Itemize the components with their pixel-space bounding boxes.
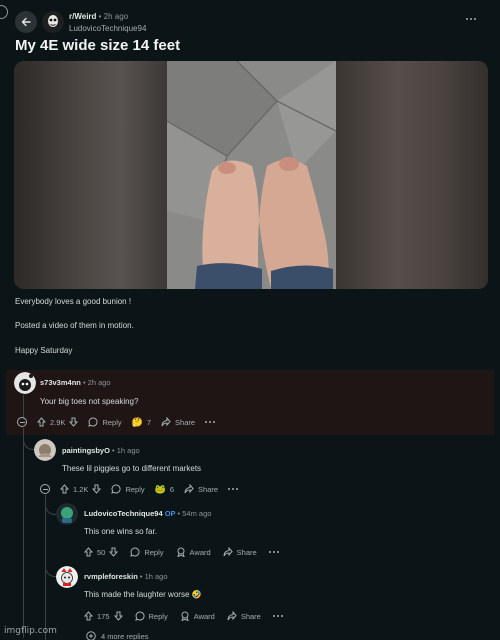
post-title: My 4E wide size 14 feet (15, 37, 181, 54)
post-body-line: Everybody loves a good bunion ! (15, 297, 132, 306)
comment-action-bar: 1.2K Reply 🐸 6 Share (40, 483, 239, 495)
comment-username[interactable]: LudovicoTechnique94 OP • 54m ago (84, 509, 211, 518)
comment-text: This one wins so far. (84, 527, 157, 536)
arrow-up-icon[interactable] (37, 417, 46, 427)
share-label: Share (198, 484, 219, 494)
comment-age: • 2h ago (82, 378, 111, 387)
thread-curve (45, 555, 57, 577)
comment-action-bar: 175 Reply Award Share (84, 610, 283, 622)
comment-age: • 1h ago (139, 572, 168, 581)
post-media[interactable] (14, 61, 488, 289)
arrow-up-icon[interactable] (84, 547, 93, 557)
more-icon[interactable] (228, 488, 239, 490)
more-replies-button[interactable]: 4 more replies (86, 630, 149, 640)
post-body-line: Posted a video of them in motion. (15, 321, 134, 330)
share-label: Share (240, 611, 261, 621)
comment-text: Your big toes not speaking? (40, 397, 139, 406)
arrow-up-icon[interactable] (60, 484, 69, 494)
avatar[interactable] (34, 439, 56, 461)
comment-username[interactable]: paintingsbyO • 1h ago (62, 446, 140, 455)
more-icon[interactable] (272, 615, 283, 617)
arrow-down-icon[interactable] (109, 547, 119, 557)
media-blur-right (336, 61, 488, 289)
thread-curve (23, 428, 35, 450)
reply-button[interactable]: Reply (111, 484, 145, 494)
share-button[interactable]: Share (227, 611, 261, 621)
minus-circle-icon[interactable] (40, 484, 50, 494)
speech-bubble-icon (88, 417, 98, 427)
speech-bubble-icon (130, 547, 140, 557)
share-button[interactable]: Share (223, 547, 257, 557)
share-label: Share (236, 547, 257, 557)
reply-label: Reply (102, 417, 122, 427)
award-label: Award (193, 611, 215, 621)
feet-photo (167, 61, 336, 289)
arrow-left-icon (21, 17, 31, 27)
vote-count: 2.9K (50, 417, 66, 427)
comment-text: This made the laughter worse 🤣 (84, 590, 202, 599)
share-button[interactable]: Share (161, 417, 195, 427)
award-count: 6 (169, 484, 175, 494)
award-icon (181, 611, 189, 621)
comment-action-bar: 2.9K Reply 🤔 7 Share (17, 416, 216, 428)
award-button[interactable]: Award (176, 547, 211, 557)
subreddit-name[interactable]: r/Weird • 2h ago (69, 12, 128, 21)
arrow-down-icon[interactable] (69, 417, 79, 427)
media-blur-left (14, 61, 167, 289)
reply-label: Reply (125, 484, 145, 494)
share-arrow-icon (184, 484, 194, 494)
award-count: 7 (146, 417, 152, 427)
reply-button[interactable]: Reply (88, 417, 122, 427)
comment-age: • 54m ago (177, 509, 212, 518)
award-icon (176, 547, 185, 557)
award-label: Award (189, 547, 211, 557)
menu-icon[interactable] (0, 5, 8, 19)
laughing-emoji-icon: 🤣 (191, 590, 202, 599)
more-icon[interactable] (268, 551, 279, 553)
speech-bubble-icon (134, 611, 145, 621)
avatar[interactable] (56, 566, 78, 588)
post-author[interactable]: LudovicoTechnique94 (69, 24, 146, 33)
award-emoji-icon: 🐸 (154, 483, 166, 494)
thread-line (23, 428, 24, 638)
arrow-up-icon[interactable] (84, 611, 93, 621)
reply-label: Reply (144, 547, 164, 557)
award-button[interactable]: 🤔 7 (132, 417, 151, 428)
post-body-line: Happy Saturday (15, 346, 73, 355)
vote-count: 50 (97, 547, 106, 557)
share-arrow-icon (227, 611, 237, 621)
avatar[interactable] (56, 503, 78, 525)
share-arrow-icon (223, 547, 233, 557)
comment-text: These lil piggies go to different market… (62, 464, 202, 473)
comment-username[interactable]: rvmpleforeskin • 1h ago (84, 572, 168, 581)
award-button[interactable]: Award (180, 611, 215, 621)
share-arrow-icon (161, 417, 171, 427)
award-button[interactable]: 🐸 6 (155, 484, 174, 495)
plus-circle-icon (86, 631, 96, 640)
op-badge: OP (164, 509, 176, 518)
reply-button[interactable]: Reply (130, 547, 164, 557)
avatar[interactable] (14, 372, 36, 394)
share-button[interactable]: Share (184, 484, 218, 494)
more-icon[interactable] (205, 421, 216, 423)
watermark: imgflip.com (4, 626, 57, 636)
minus-circle-icon[interactable] (17, 417, 27, 427)
back-button[interactable] (15, 11, 37, 33)
comment-age: • 1h ago (112, 446, 140, 455)
subreddit-avatar[interactable] (42, 11, 64, 33)
reply-button[interactable]: Reply (134, 611, 168, 621)
reply-label: Reply (148, 611, 168, 621)
vote-count: 1.2K (73, 484, 89, 494)
award-emoji-icon: 🤔 (131, 416, 143, 427)
vote-count: 175 (97, 611, 110, 621)
more-replies-label: 4 more replies (101, 631, 149, 640)
post-more-button[interactable] (466, 14, 482, 24)
comment-action-bar: 50 Reply Award Share (84, 546, 279, 558)
comment-username[interactable]: s73v3m4nn • 2h ago (40, 378, 111, 387)
arrow-down-icon[interactable] (113, 611, 123, 621)
share-label: Share (175, 417, 196, 427)
post-age: • 2h ago (98, 12, 129, 21)
speech-bubble-icon (111, 484, 121, 494)
arrow-down-icon[interactable] (92, 484, 102, 494)
